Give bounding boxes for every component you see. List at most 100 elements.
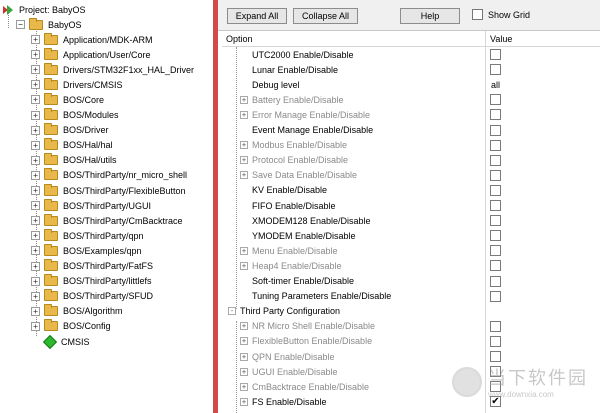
tree-group-item[interactable]: + BOS/Hal/hal — [31, 138, 113, 153]
tree-group-item[interactable]: + Drivers/STM32F1xx_HAL_Driver — [31, 62, 194, 77]
option-checkbox[interactable] — [490, 184, 501, 196]
option-checkbox[interactable] — [490, 230, 501, 242]
tree-project-node[interactable]: Project: BabyOS — [2, 2, 86, 17]
tree-group-item[interactable]: + BOS/ThirdParty/SFUD — [31, 289, 153, 304]
expand-icon[interactable]: + — [31, 95, 40, 105]
option-checkbox[interactable] — [490, 64, 501, 76]
option-checkbox[interactable] — [490, 124, 501, 136]
tree-group-item[interactable]: + Drivers/CMSIS — [31, 77, 123, 92]
option-row[interactable]: Soft-timer Enable/Disable — [222, 274, 600, 289]
option-row[interactable]: + Protocol Enable/Disable — [222, 153, 600, 168]
tree-group-item[interactable]: + BOS/Core — [31, 92, 104, 107]
column-header-option[interactable]: Option — [226, 31, 253, 46]
expand-icon[interactable]: + — [240, 95, 248, 104]
tree-group-item[interactable]: + BOS/Driver — [31, 123, 109, 138]
tree-group-item[interactable]: + BOS/Examples/qpn — [31, 243, 142, 258]
option-checkbox[interactable] — [490, 335, 501, 347]
tree-group-item[interactable]: + BOS/ThirdParty/CmBacktrace — [31, 213, 183, 228]
expand-icon[interactable]: + — [240, 261, 248, 270]
expand-icon[interactable]: + — [240, 322, 248, 331]
tree-item-cmsis[interactable]: CMSIS — [42, 334, 90, 349]
option-checkbox[interactable] — [490, 169, 501, 181]
expand-icon[interactable]: + — [31, 65, 40, 75]
option-row[interactable]: + Save Data Enable/Disable — [222, 168, 600, 183]
option-checkbox[interactable] — [490, 260, 501, 272]
option-checkbox[interactable] — [490, 351, 501, 362]
expand-icon[interactable]: + — [240, 352, 248, 361]
option-row[interactable]: + Menu Enable/Disable — [222, 243, 600, 258]
option-checkbox[interactable] — [490, 49, 501, 60]
expand-icon[interactable]: + — [240, 382, 248, 391]
option-row[interactable]: Debug level all — [222, 77, 600, 92]
option-checkbox[interactable] — [490, 215, 501, 227]
tree-group-item[interactable]: + BOS/ThirdParty/UGUI — [31, 198, 151, 213]
expand-icon[interactable]: + — [31, 35, 40, 44]
expand-icon[interactable]: + — [240, 246, 248, 255]
option-row[interactable]: - Third Party Configuration — [222, 304, 600, 319]
column-header-value[interactable]: Value — [490, 31, 512, 46]
tree-group-item[interactable]: + BOS/ThirdParty/nr_micro_shell — [31, 168, 187, 183]
expand-icon[interactable]: + — [31, 216, 40, 226]
expand-icon[interactable]: + — [31, 110, 40, 120]
option-row[interactable]: FIFO Enable/Disable — [222, 198, 600, 213]
option-checkbox[interactable] — [490, 94, 501, 106]
expand-icon[interactable]: + — [240, 171, 248, 180]
expand-icon[interactable]: + — [31, 231, 40, 241]
option-row[interactable]: Lunar Enable/Disable — [222, 62, 600, 77]
option-checkbox[interactable] — [490, 275, 501, 287]
show-grid-checkbox[interactable] — [472, 9, 483, 20]
option-row[interactable]: + Error Manage Enable/Disable — [222, 107, 600, 122]
expand-icon[interactable]: + — [31, 246, 40, 256]
option-row[interactable]: + QPN Enable/Disable — [222, 349, 600, 364]
tree-group-item[interactable]: + BOS/Hal/utils — [31, 153, 117, 168]
expand-icon[interactable]: + — [31, 306, 40, 316]
tree-group-item[interactable]: + Application/User/Core — [31, 47, 151, 62]
option-checkbox[interactable] — [490, 290, 501, 302]
option-checkbox[interactable] — [490, 320, 501, 332]
show-grid-toggle[interactable]: Show Grid — [472, 9, 530, 20]
expand-icon[interactable]: + — [240, 141, 248, 150]
option-row[interactable]: KV Enable/Disable — [222, 183, 600, 198]
expand-icon[interactable]: + — [31, 201, 40, 211]
expand-icon[interactable]: + — [240, 337, 248, 346]
option-checkbox[interactable] — [490, 139, 501, 151]
option-value-text[interactable]: all — [491, 80, 500, 90]
tree-group-item[interactable]: + BOS/ThirdParty/FatFS — [31, 259, 153, 274]
tree-group-item[interactable]: + BOS/Algorithm — [31, 304, 123, 319]
expand-icon[interactable]: + — [31, 291, 40, 301]
option-row[interactable]: + Modbus Enable/Disable — [222, 138, 600, 153]
expand-icon[interactable]: + — [240, 367, 248, 376]
option-row[interactable]: + Battery Enable/Disable — [222, 92, 600, 107]
collapse-all-button[interactable]: Collapse All — [293, 8, 358, 24]
tree-group-item[interactable]: + BOS/ThirdParty/littlefs — [31, 274, 152, 289]
option-row[interactable]: XMODEM128 Enable/Disable — [222, 213, 600, 228]
expand-icon[interactable]: + — [31, 125, 40, 135]
option-checkbox[interactable] — [490, 200, 501, 211]
expand-all-button[interactable]: Expand All — [227, 8, 287, 24]
expand-icon[interactable]: + — [31, 50, 40, 60]
expand-icon[interactable]: + — [31, 261, 40, 271]
option-row[interactable]: + Heap4 Enable/Disable — [222, 258, 600, 273]
collapse-icon[interactable]: − — [16, 20, 25, 29]
option-row[interactable]: + NR Micro Shell Enable/Disable — [222, 319, 600, 334]
tree-group-item[interactable]: + BOS/Modules — [31, 108, 119, 123]
tree-root-node[interactable]: − BabyOS — [16, 17, 82, 32]
expand-icon[interactable]: + — [240, 397, 248, 406]
expand-icon[interactable]: + — [240, 110, 248, 119]
expand-icon[interactable]: + — [31, 140, 40, 150]
expand-icon[interactable]: + — [240, 156, 248, 165]
expand-icon[interactable]: + — [31, 276, 40, 286]
expand-icon[interactable]: + — [31, 80, 40, 90]
option-row[interactable]: + FlexibleButton Enable/Disable — [222, 334, 600, 349]
tree-group-item[interactable]: + BOS/Config — [31, 319, 111, 334]
option-checkbox[interactable] — [490, 245, 501, 257]
expand-icon[interactable]: + — [31, 155, 40, 165]
help-button[interactable]: Help — [400, 8, 460, 24]
expand-icon[interactable]: + — [31, 186, 40, 195]
expand-icon[interactable]: + — [31, 321, 40, 331]
option-row[interactable]: YMODEM Enable/Disable — [222, 228, 600, 243]
tree-group-item[interactable]: + Application/MDK-ARM — [31, 32, 153, 47]
tree-group-item[interactable]: + BOS/ThirdParty/qpn — [31, 228, 144, 243]
collapse-icon[interactable]: - — [228, 307, 236, 316]
option-checkbox[interactable] — [490, 154, 501, 166]
